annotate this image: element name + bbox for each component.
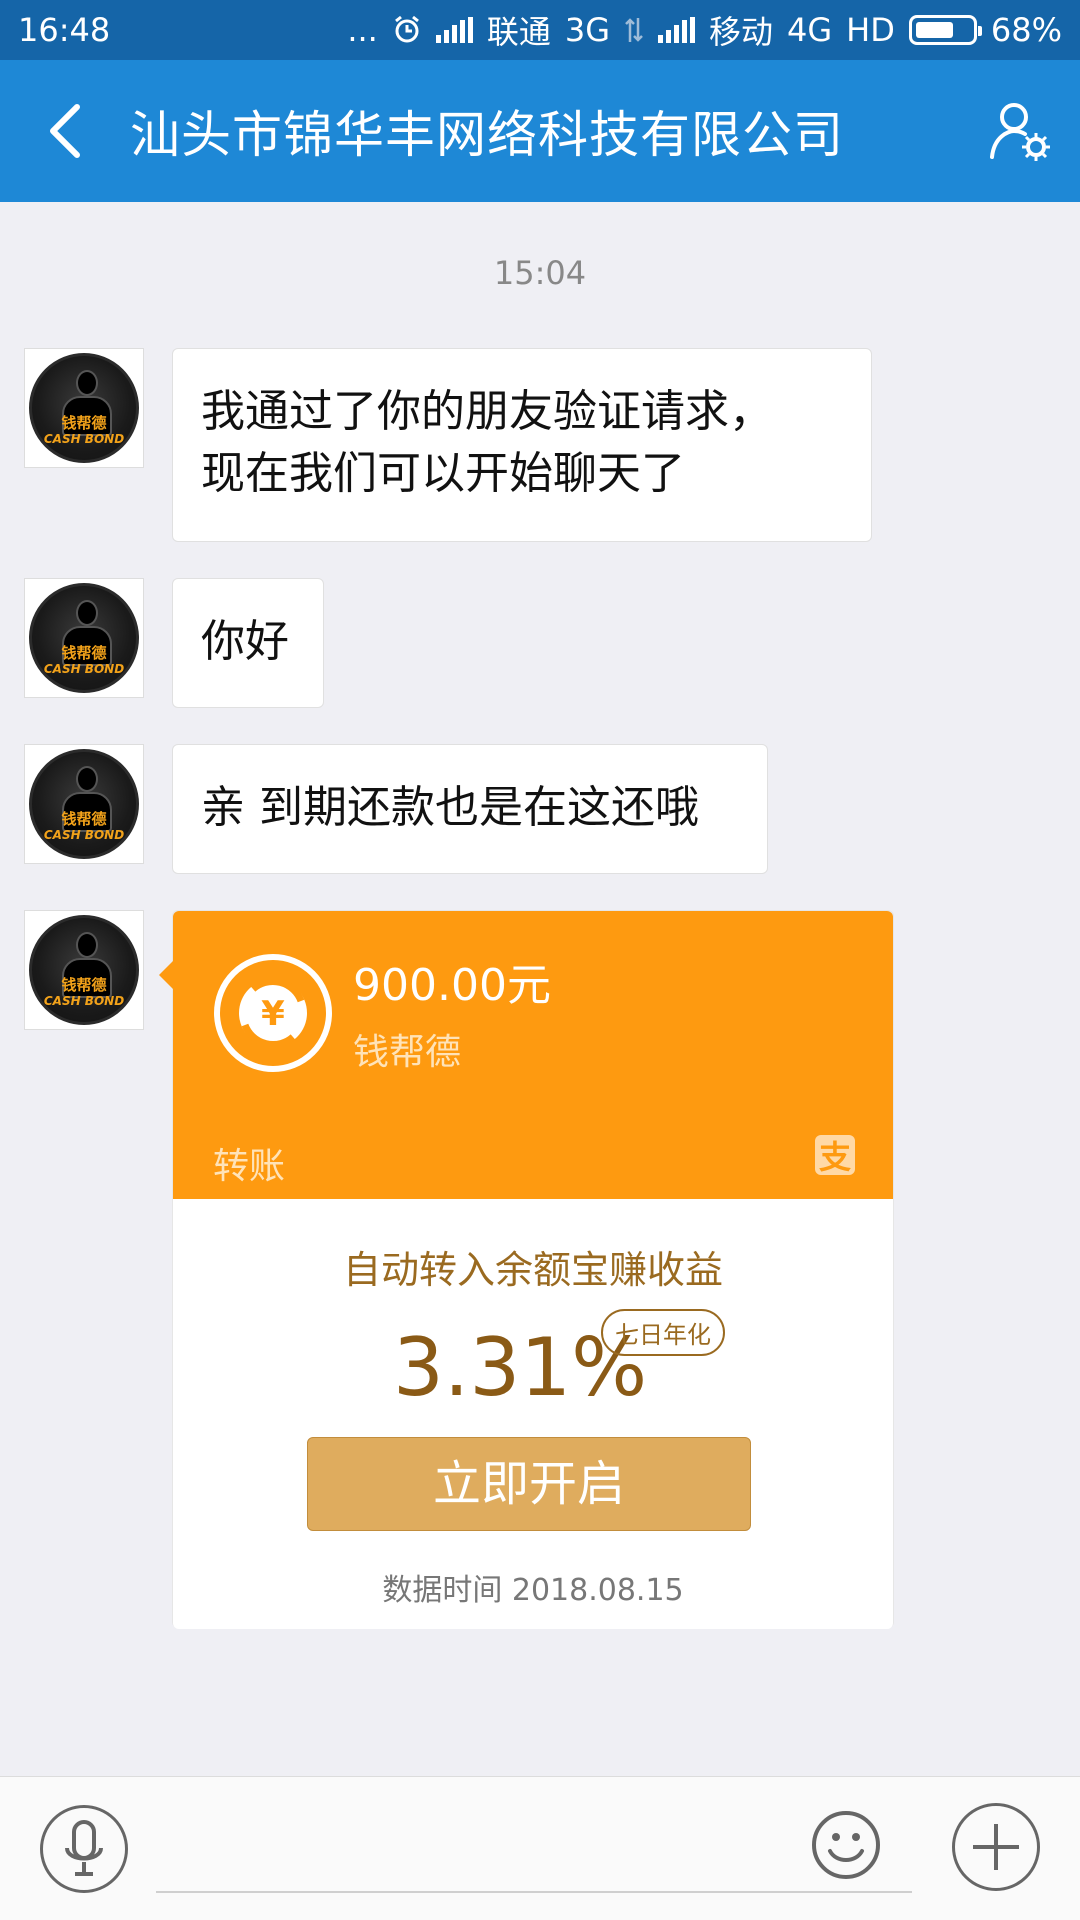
clock: 16:48: [18, 11, 111, 49]
microphone-icon: [65, 1820, 103, 1876]
page-title: 汕头市锦华丰网络科技有限公司: [130, 106, 844, 164]
chat-area[interactable]: 15:04 钱帮德 CASH BOND 我通过了你的朋友验证请求， 现在我们可以…: [0, 202, 1080, 1776]
bubble-tail: [159, 961, 173, 989]
alipay-icon: 支: [815, 1135, 855, 1176]
data-time: 数据时间 2018.08.15: [382, 1573, 684, 1608]
transfer-type-label: 转账: [213, 1146, 286, 1187]
status-bar: 16:48 ... 联通 3G 移动 4G HD 68%: [0, 0, 1080, 60]
message-bubble[interactable]: 你好: [172, 578, 324, 708]
avatar[interactable]: 钱帮德 CASH BOND: [24, 910, 144, 1030]
emoji-icon[interactable]: [810, 1809, 882, 1881]
signal-icon-2: [658, 17, 695, 43]
svg-text:¥: ¥: [261, 994, 285, 1034]
message-text: 你好: [201, 616, 289, 667]
avatar-image: 钱帮德 CASH BOND: [29, 353, 139, 463]
network-1: 3G: [564, 11, 610, 49]
profile-settings-button[interactable]: [960, 60, 1080, 202]
rate-badge: 七日年化: [601, 1309, 725, 1356]
open-now-button[interactable]: 立即开启: [307, 1437, 751, 1531]
transfer-header[interactable]: ¥ 900.00元 钱帮德 转账 支: [159, 911, 893, 1199]
hd-indicator: HD: [846, 11, 895, 49]
message-bubble[interactable]: 亲 到期还款也是在这还哦: [172, 744, 768, 874]
plus-icon: [973, 1824, 1019, 1870]
message-text: 现在我们可以开始聊天了: [201, 448, 685, 499]
data-transfer-icon: [625, 18, 643, 42]
transfer-yuan-icon: ¥: [214, 954, 332, 1072]
chat-header: 汕头市锦华丰网络科技有限公司: [0, 60, 1080, 202]
avatar[interactable]: 钱帮德 CASH BOND: [24, 744, 144, 864]
avatar-image: 钱帮德 CASH BOND: [29, 915, 139, 1025]
chevron-left-icon: [50, 104, 80, 158]
battery-percent: 68%: [990, 11, 1062, 49]
add-button[interactable]: [952, 1803, 1040, 1891]
avatar-image: 钱帮德 CASH BOND: [29, 583, 139, 693]
avatar[interactable]: 钱帮德 CASH BOND: [24, 348, 144, 468]
alarm-icon: [394, 15, 419, 43]
more-notifications-icon: ...: [347, 11, 378, 49]
transfer-card[interactable]: ¥ 900.00元 钱帮德 转账 支 自动转入余额宝赚收益 3.31% 七日年化…: [159, 910, 894, 1629]
message-timestamp: 15:04: [493, 254, 587, 292]
voice-button[interactable]: [40, 1805, 128, 1893]
input-bar: [0, 1776, 1080, 1920]
signal-icon-1: [435, 17, 473, 43]
user-settings-icon: [990, 103, 1050, 161]
message-bubble[interactable]: 我通过了你的朋友验证请求， 现在我们可以开始聊天了: [172, 348, 872, 542]
carrier-1: 联通: [486, 13, 551, 51]
transfer-sender: 钱帮德: [353, 1032, 462, 1073]
battery-icon: [908, 15, 982, 45]
status-icons: ... 联通 3G 移动 4G HD 68%: [347, 7, 1062, 53]
avatar[interactable]: 钱帮德 CASH BOND: [24, 578, 144, 698]
network-2: 4G: [787, 11, 833, 49]
transfer-amount: 900.00元: [353, 960, 551, 1011]
message-text: 我通过了你的朋友验证请求，: [201, 386, 773, 437]
message-text: 亲 到期还款也是在这还哦: [201, 782, 699, 833]
promo-text: 自动转入余额宝赚收益: [342, 1248, 723, 1292]
back-button[interactable]: [0, 60, 130, 202]
message-input[interactable]: [156, 1815, 912, 1893]
carrier-2: 移动: [709, 13, 774, 51]
yuebao-promo: 自动转入余额宝赚收益 3.31% 七日年化 立即开启 数据时间 2018.08.…: [173, 1199, 893, 1629]
avatar-image: 钱帮德 CASH BOND: [29, 749, 139, 859]
